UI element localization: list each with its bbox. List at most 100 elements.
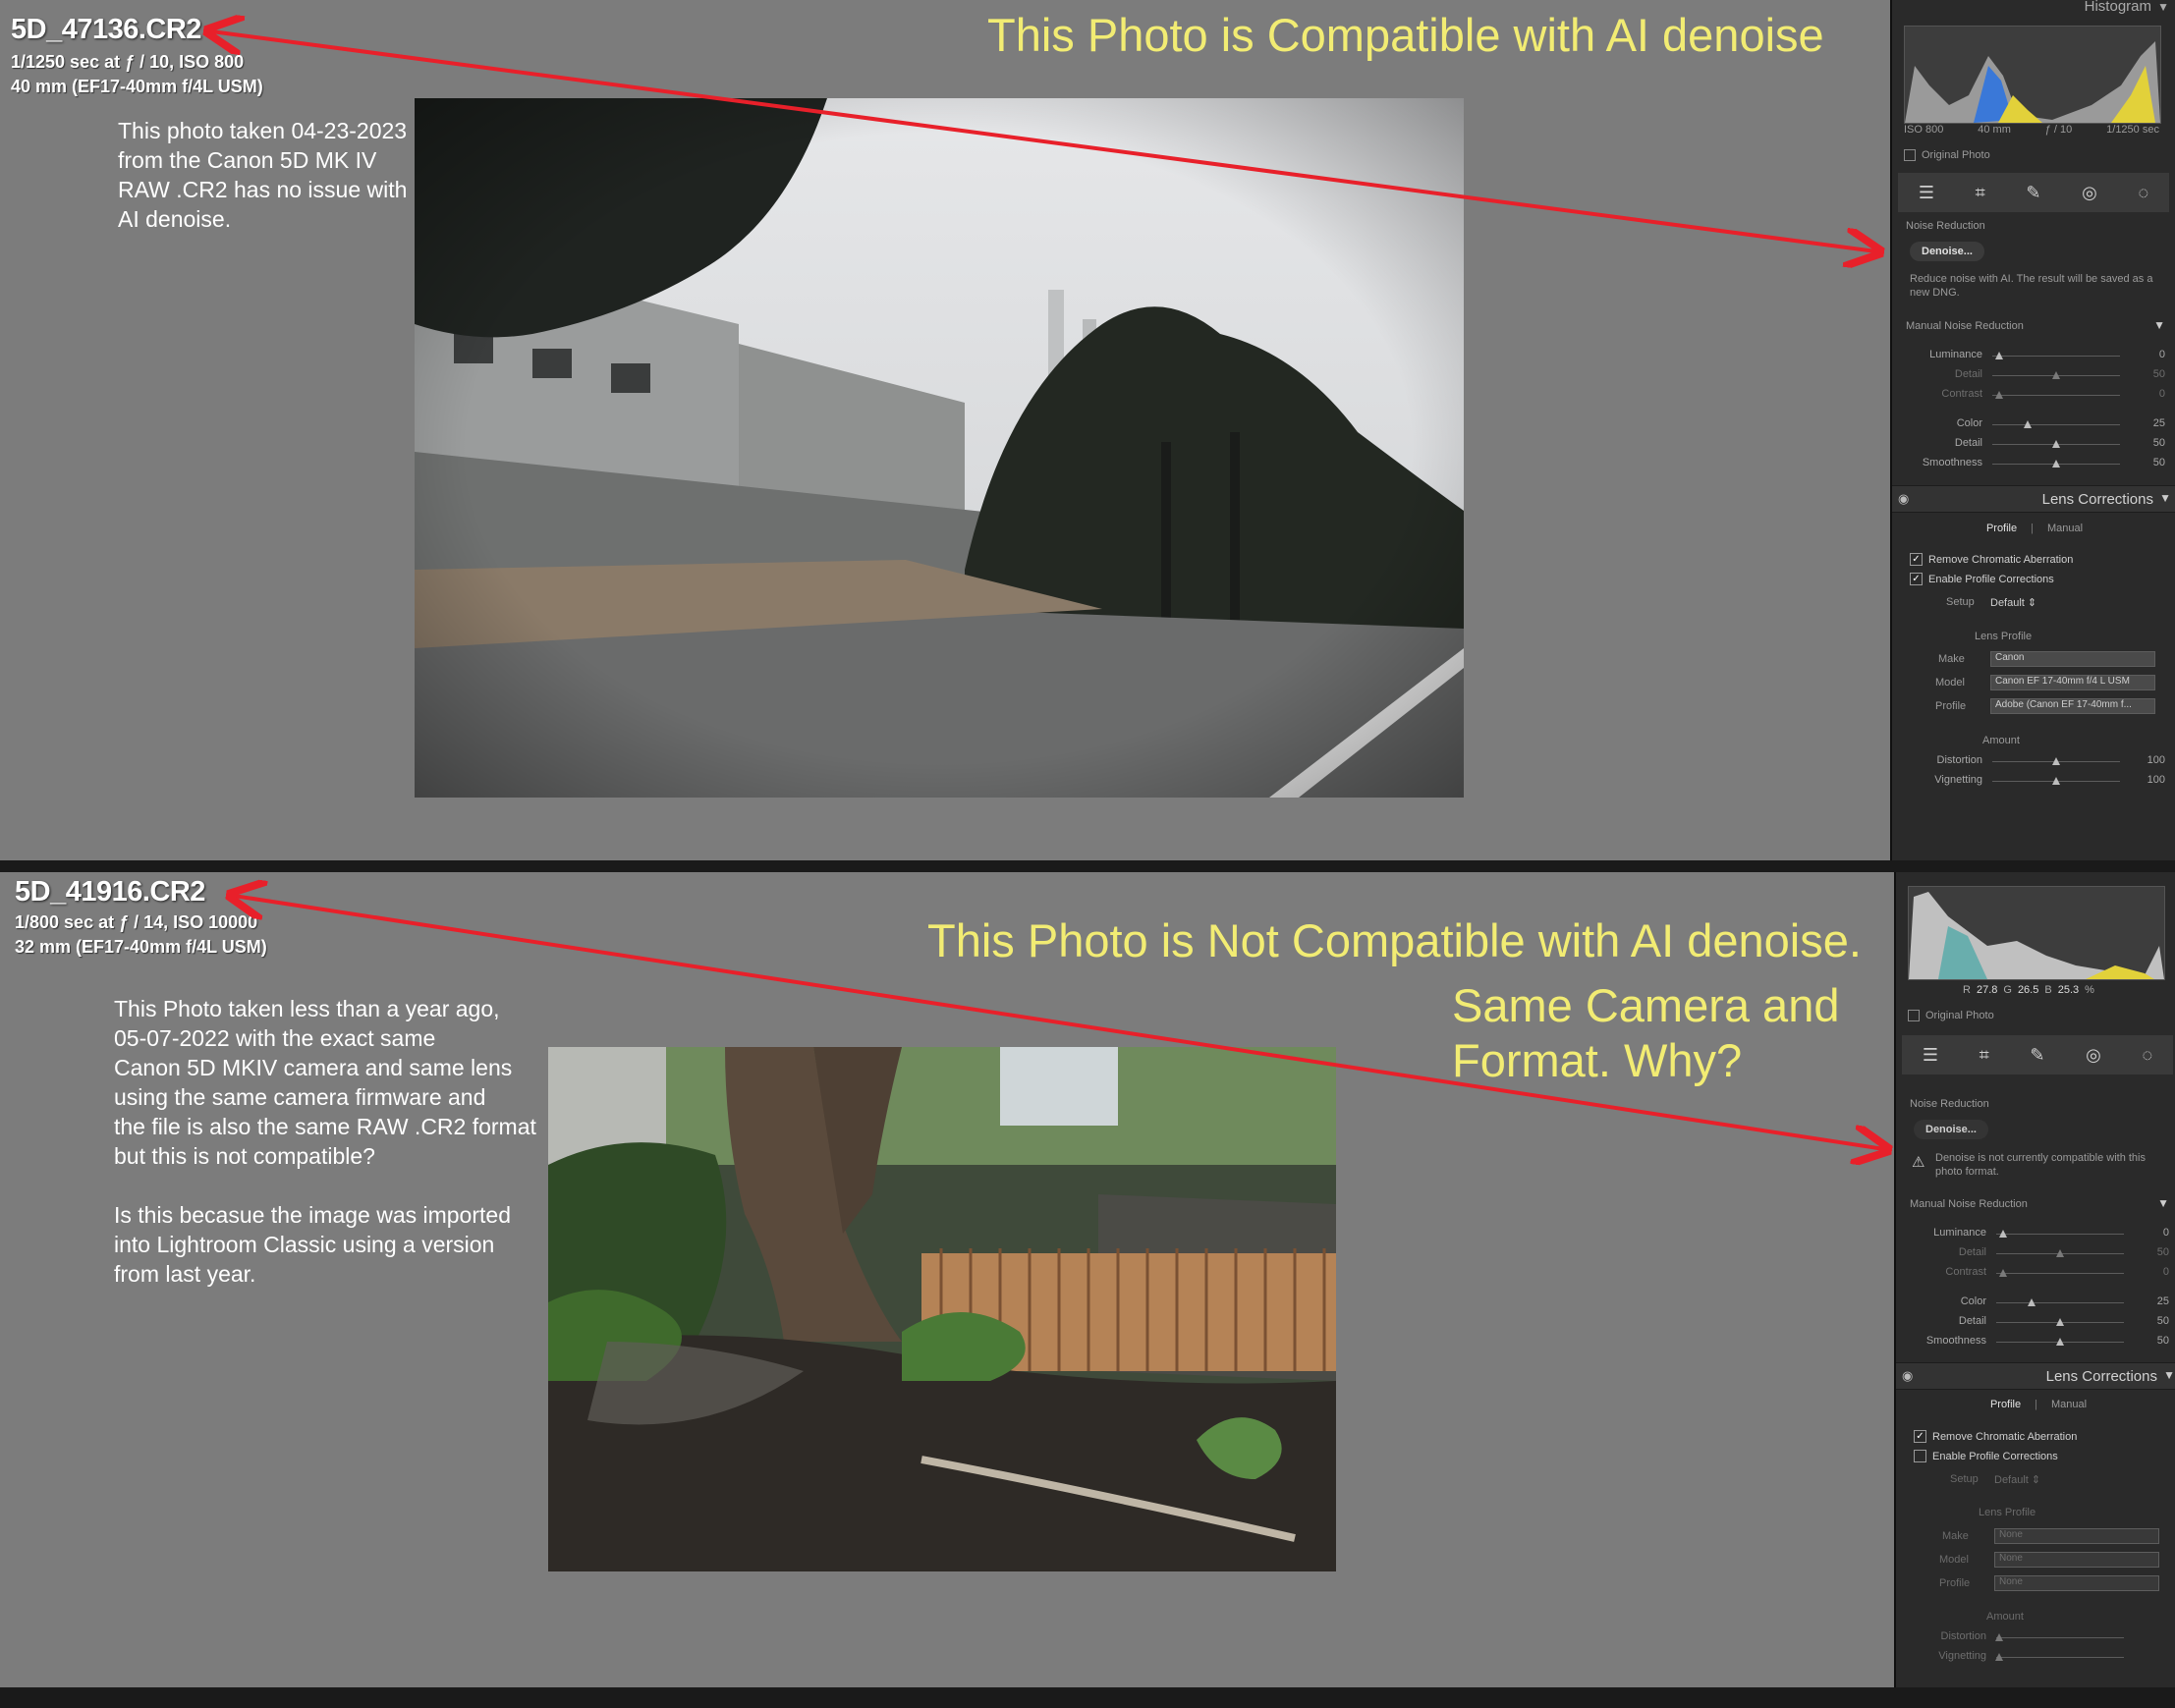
slider-color[interactable]: Color 25 — [1898, 417, 2169, 431]
setup-label: Setup — [1946, 596, 1975, 608]
slider-thumb[interactable] — [2052, 371, 2060, 379]
slider-track[interactable] — [1992, 352, 2120, 359]
slider-contrast[interactable]: Contrast 0 — [1898, 388, 2169, 402]
manual-nr-heading[interactable]: Manual Noise Reduction — [1910, 1198, 2028, 1210]
healing-brush-icon[interactable]: ✎ — [2026, 183, 2040, 203]
healing-brush-icon[interactable]: ✎ — [2030, 1045, 2044, 1066]
original-photo-checkbox[interactable] — [1904, 149, 1916, 161]
remove-ca-checkbox[interactable]: ✓ — [1910, 553, 1923, 566]
slider-detail[interactable]: Detail 50 — [1898, 368, 2169, 382]
slider-smoothness[interactable]: Smoothness 50 — [1902, 1335, 2173, 1349]
slider-track[interactable] — [1996, 1249, 2124, 1257]
manual-nr-collapse-icon[interactable]: ▼ — [2157, 1196, 2169, 1210]
enable-profile-checkbox[interactable] — [1914, 1450, 1926, 1462]
slider-track[interactable] — [1996, 1230, 2124, 1238]
vignetting-slider[interactable]: Vignetting — [1902, 1650, 2173, 1664]
slider-detail[interactable]: Detail 50 — [1898, 437, 2169, 451]
slider-track[interactable] — [1996, 1338, 2124, 1346]
lens-corrections-header[interactable]: ◉ Lens Corrections ▼ — [1892, 485, 2175, 513]
model-select[interactable]: Canon EF 17-40mm f/4 L USM — [1990, 675, 2155, 690]
distortion-thumb[interactable] — [2052, 757, 2060, 765]
slider-detail[interactable]: Detail 50 — [1902, 1315, 2173, 1329]
slider-track[interactable] — [1992, 371, 2120, 379]
denoise-button[interactable]: Denoise... — [1914, 1120, 1988, 1139]
setup-select[interactable]: Default ⇕ — [1990, 596, 2036, 609]
slider-thumb[interactable] — [1994, 352, 2003, 359]
distortion-slider[interactable]: Distortion — [1902, 1630, 2173, 1644]
remove-ca-option[interactable]: ✓ Remove Chromatic Aberration — [1914, 1430, 2077, 1443]
enable-profile-checkbox[interactable]: ✓ — [1910, 573, 1923, 585]
tab-profile[interactable]: Profile — [1990, 1399, 2021, 1410]
slider-thumb[interactable] — [2024, 420, 2033, 428]
distortion-thumb[interactable] — [1994, 1633, 2003, 1641]
photo-image — [548, 1047, 1336, 1571]
enable-profile-option[interactable]: Enable Profile Corrections — [1914, 1450, 2058, 1462]
red-eye-icon[interactable]: ◎ — [2082, 183, 2097, 203]
slider-thumb[interactable] — [1998, 1269, 2007, 1277]
slider-track[interactable] — [1992, 420, 2120, 428]
original-photo-toggle[interactable]: Original Photo — [1908, 1010, 1994, 1021]
slider-thumb[interactable] — [2052, 440, 2060, 448]
slider-track[interactable] — [1992, 460, 2120, 468]
original-photo-toggle[interactable]: Original Photo — [1904, 149, 1990, 161]
slider-thumb[interactable] — [2028, 1298, 2036, 1306]
slider-thumb[interactable] — [2056, 1338, 2064, 1346]
denoise-button[interactable]: Denoise... — [1910, 242, 1984, 261]
enable-profile-option[interactable]: ✓ Enable Profile Corrections — [1910, 573, 2054, 585]
masking-icon[interactable]: ◌ — [2138, 183, 2148, 203]
slider-track[interactable] — [1992, 391, 2120, 399]
slider-track[interactable] — [1992, 440, 2120, 448]
manual-nr-heading[interactable]: Manual Noise Reduction — [1906, 320, 2024, 332]
profile-select[interactable]: None — [1994, 1575, 2159, 1591]
visibility-eye-icon[interactable]: ◉ — [1902, 1368, 1913, 1384]
noise-reduction-heading: Noise Reduction — [1906, 220, 1985, 232]
vignetting-thumb[interactable] — [2052, 777, 2060, 785]
make-select[interactable]: Canon — [1990, 651, 2155, 667]
slider-track[interactable] — [1996, 1269, 2124, 1277]
remove-ca-checkbox[interactable]: ✓ — [1914, 1430, 1926, 1443]
make-label: Make — [1938, 653, 1965, 665]
slider-track[interactable] — [1996, 1318, 2124, 1326]
slider-color[interactable]: Color 25 — [1902, 1295, 2173, 1309]
vignetting-thumb[interactable] — [1994, 1653, 2003, 1661]
crop-icon[interactable]: ⌗ — [1980, 1045, 1989, 1066]
noise-reduction-heading: Noise Reduction — [1910, 1098, 1989, 1110]
model-select[interactable]: None — [1994, 1552, 2159, 1568]
slider-thumb[interactable] — [2056, 1318, 2064, 1326]
tab-manual[interactable]: Manual — [2051, 1399, 2087, 1410]
masking-icon[interactable]: ◌ — [2142, 1045, 2152, 1066]
tool-strip: ☰ ⌗ ✎ ◎ ◌ — [1898, 173, 2169, 212]
profile-select[interactable]: Adobe (Canon EF 17-40mm f... — [1990, 698, 2155, 714]
slider-thumb[interactable] — [2056, 1249, 2064, 1257]
slider-thumb[interactable] — [1998, 1230, 2007, 1238]
make-select[interactable]: None — [1994, 1528, 2159, 1544]
slider-thumb[interactable] — [2052, 460, 2060, 468]
lens-collapse-icon[interactable]: ▼ — [2163, 1368, 2175, 1382]
slider-luminance[interactable]: Luminance 0 — [1898, 349, 2169, 362]
crop-icon[interactable]: ⌗ — [1976, 183, 1985, 203]
visibility-eye-icon[interactable]: ◉ — [1898, 491, 1909, 507]
edit-sliders-icon[interactable]: ☰ — [1919, 183, 1934, 203]
slider-detail[interactable]: Detail 50 — [1902, 1246, 2173, 1260]
tab-profile[interactable]: Profile — [1986, 523, 2017, 534]
tab-manual[interactable]: Manual — [2047, 523, 2083, 534]
vignetting-slider[interactable]: Vignetting 100 — [1898, 774, 2169, 788]
remove-ca-option[interactable]: ✓ Remove Chromatic Aberration — [1910, 553, 2073, 566]
slider-contrast[interactable]: Contrast 0 — [1902, 1266, 2173, 1280]
slider-luminance[interactable]: Luminance 0 — [1902, 1227, 2173, 1240]
slider-thumb[interactable] — [1994, 391, 2003, 399]
lens-corrections-header[interactable]: ◉ Lens Corrections ▼ — [1896, 1362, 2175, 1390]
slider-track[interactable] — [1996, 1298, 2124, 1306]
setup-select[interactable]: Default ⇕ — [1994, 1473, 2040, 1486]
lens-info: 40 mm (EF17-40mm f/4L USM) — [11, 77, 263, 96]
distortion-slider[interactable]: Distortion 100 — [1898, 754, 2169, 768]
edit-sliders-icon[interactable]: ☰ — [1923, 1045, 1938, 1066]
slider-value: 25 — [2152, 417, 2165, 429]
histogram-collapse-icon[interactable]: ▼ — [2157, 0, 2169, 14]
photo-preview — [548, 1047, 1336, 1571]
original-photo-checkbox[interactable] — [1908, 1010, 1920, 1021]
red-eye-icon[interactable]: ◎ — [2086, 1045, 2101, 1066]
lens-collapse-icon[interactable]: ▼ — [2159, 491, 2171, 505]
slider-smoothness[interactable]: Smoothness 50 — [1898, 457, 2169, 470]
manual-nr-collapse-icon[interactable]: ▼ — [2153, 318, 2165, 332]
